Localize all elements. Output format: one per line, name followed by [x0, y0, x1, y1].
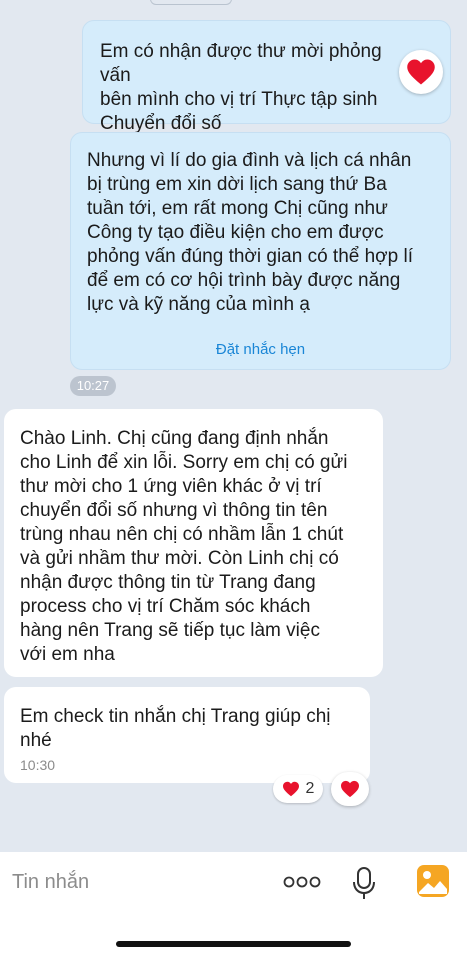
- message-text: Em có nhận được thư mời phỏng vấn bên mì…: [100, 41, 382, 134]
- message-input[interactable]: Tin nhắn: [12, 871, 89, 894]
- incoming-message[interactable]: Chào Linh. Chị cũng đang định nhắn cho L…: [4, 409, 383, 677]
- heart-icon: [282, 781, 299, 797]
- chat-area[interactable]: Em có nhận được thư mời phỏng vấn bên mì…: [0, 0, 467, 852]
- image-picker-icon[interactable]: [416, 864, 450, 898]
- message-timestamp: 10:30: [20, 757, 56, 773]
- set-reminder-link[interactable]: Đặt nhắc hẹn: [71, 341, 450, 359]
- more-dots-icon[interactable]: [282, 874, 322, 890]
- incoming-message[interactable]: Em check tin nhắn chị Trang giúp chị nhé…: [4, 687, 370, 783]
- reaction-summary[interactable]: 2: [273, 775, 323, 803]
- home-indicator: [116, 941, 351, 947]
- previous-message-edge: [150, 0, 232, 5]
- add-reaction-heart-icon[interactable]: [331, 772, 369, 806]
- heart-icon: [341, 780, 359, 798]
- message-timestamp: 10:27: [70, 376, 116, 396]
- heart-icon: [407, 59, 435, 85]
- outgoing-message[interactable]: Nhưng vì lí do gia đình và lịch cá nhân …: [70, 132, 451, 370]
- message-text: Chào Linh. Chị cũng đang định nhắn cho L…: [20, 428, 348, 665]
- message-text: Em check tin nhắn chị Trang giúp chị nhé: [20, 706, 331, 751]
- message-text: Nhưng vì lí do gia đình và lịch cá nhân …: [87, 150, 413, 315]
- microphone-icon[interactable]: [352, 866, 376, 900]
- outgoing-message[interactable]: Em có nhận được thư mời phỏng vấn bên mì…: [82, 20, 451, 134]
- reaction-count: 2: [305, 780, 315, 797]
- reaction-heart-icon[interactable]: [399, 50, 443, 94]
